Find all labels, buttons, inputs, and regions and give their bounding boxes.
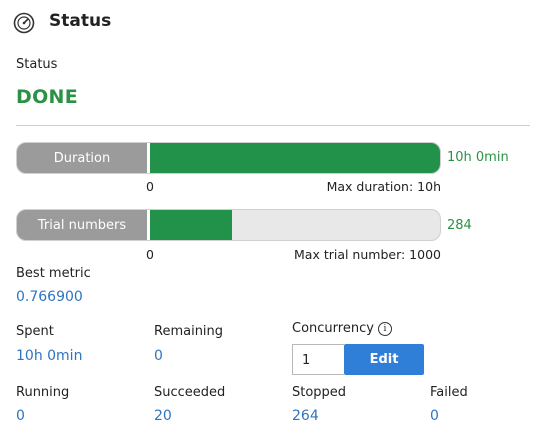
remaining-value[interactable]: 0	[154, 348, 163, 364]
duration-max-tick: Max duration: 10h	[326, 179, 441, 194]
best-metric-label: Best metric	[16, 266, 91, 281]
info-icon[interactable]: i	[377, 322, 392, 336]
trial-bar-label: Trial numbers	[17, 210, 147, 240]
duration-progress-bar: Duration	[16, 142, 441, 174]
gauge-icon	[13, 12, 35, 34]
spent-label: Spent	[16, 324, 54, 339]
status-label: Status	[16, 57, 58, 72]
running-label: Running	[16, 385, 70, 400]
concurrency-input[interactable]: 1	[292, 344, 344, 375]
spent-value[interactable]: 10h 0min	[16, 348, 82, 364]
trial-progress-bar: Trial numbers	[16, 209, 441, 241]
trial-max-tick: Max trial number: 1000	[294, 247, 441, 262]
duration-min-tick: 0	[146, 179, 154, 194]
duration-value: 10h 0min	[447, 150, 509, 165]
remaining-label: Remaining	[154, 324, 224, 339]
trial-bar-fill	[150, 210, 232, 240]
stopped-label: Stopped	[292, 385, 347, 400]
succeeded-label: Succeeded	[154, 385, 226, 400]
page-title: Status	[49, 11, 112, 31]
failed-label: Failed	[430, 385, 468, 400]
edit-button[interactable]: Edit	[344, 344, 424, 375]
trial-min-tick: 0	[146, 247, 154, 262]
concurrency-label-row: Concurrency i	[292, 321, 392, 336]
duration-bar-fill	[150, 143, 440, 173]
concurrency-label: Concurrency	[292, 321, 374, 336]
divider	[16, 125, 530, 126]
succeeded-value[interactable]: 20	[154, 408, 172, 424]
status-value: DONE	[16, 86, 79, 108]
trial-value: 284	[447, 218, 472, 233]
duration-bar-label: Duration	[17, 143, 147, 173]
stopped-value[interactable]: 264	[292, 408, 319, 424]
best-metric-value[interactable]: 0.766900	[16, 289, 83, 305]
running-value[interactable]: 0	[16, 408, 25, 424]
failed-value[interactable]: 0	[430, 408, 439, 424]
